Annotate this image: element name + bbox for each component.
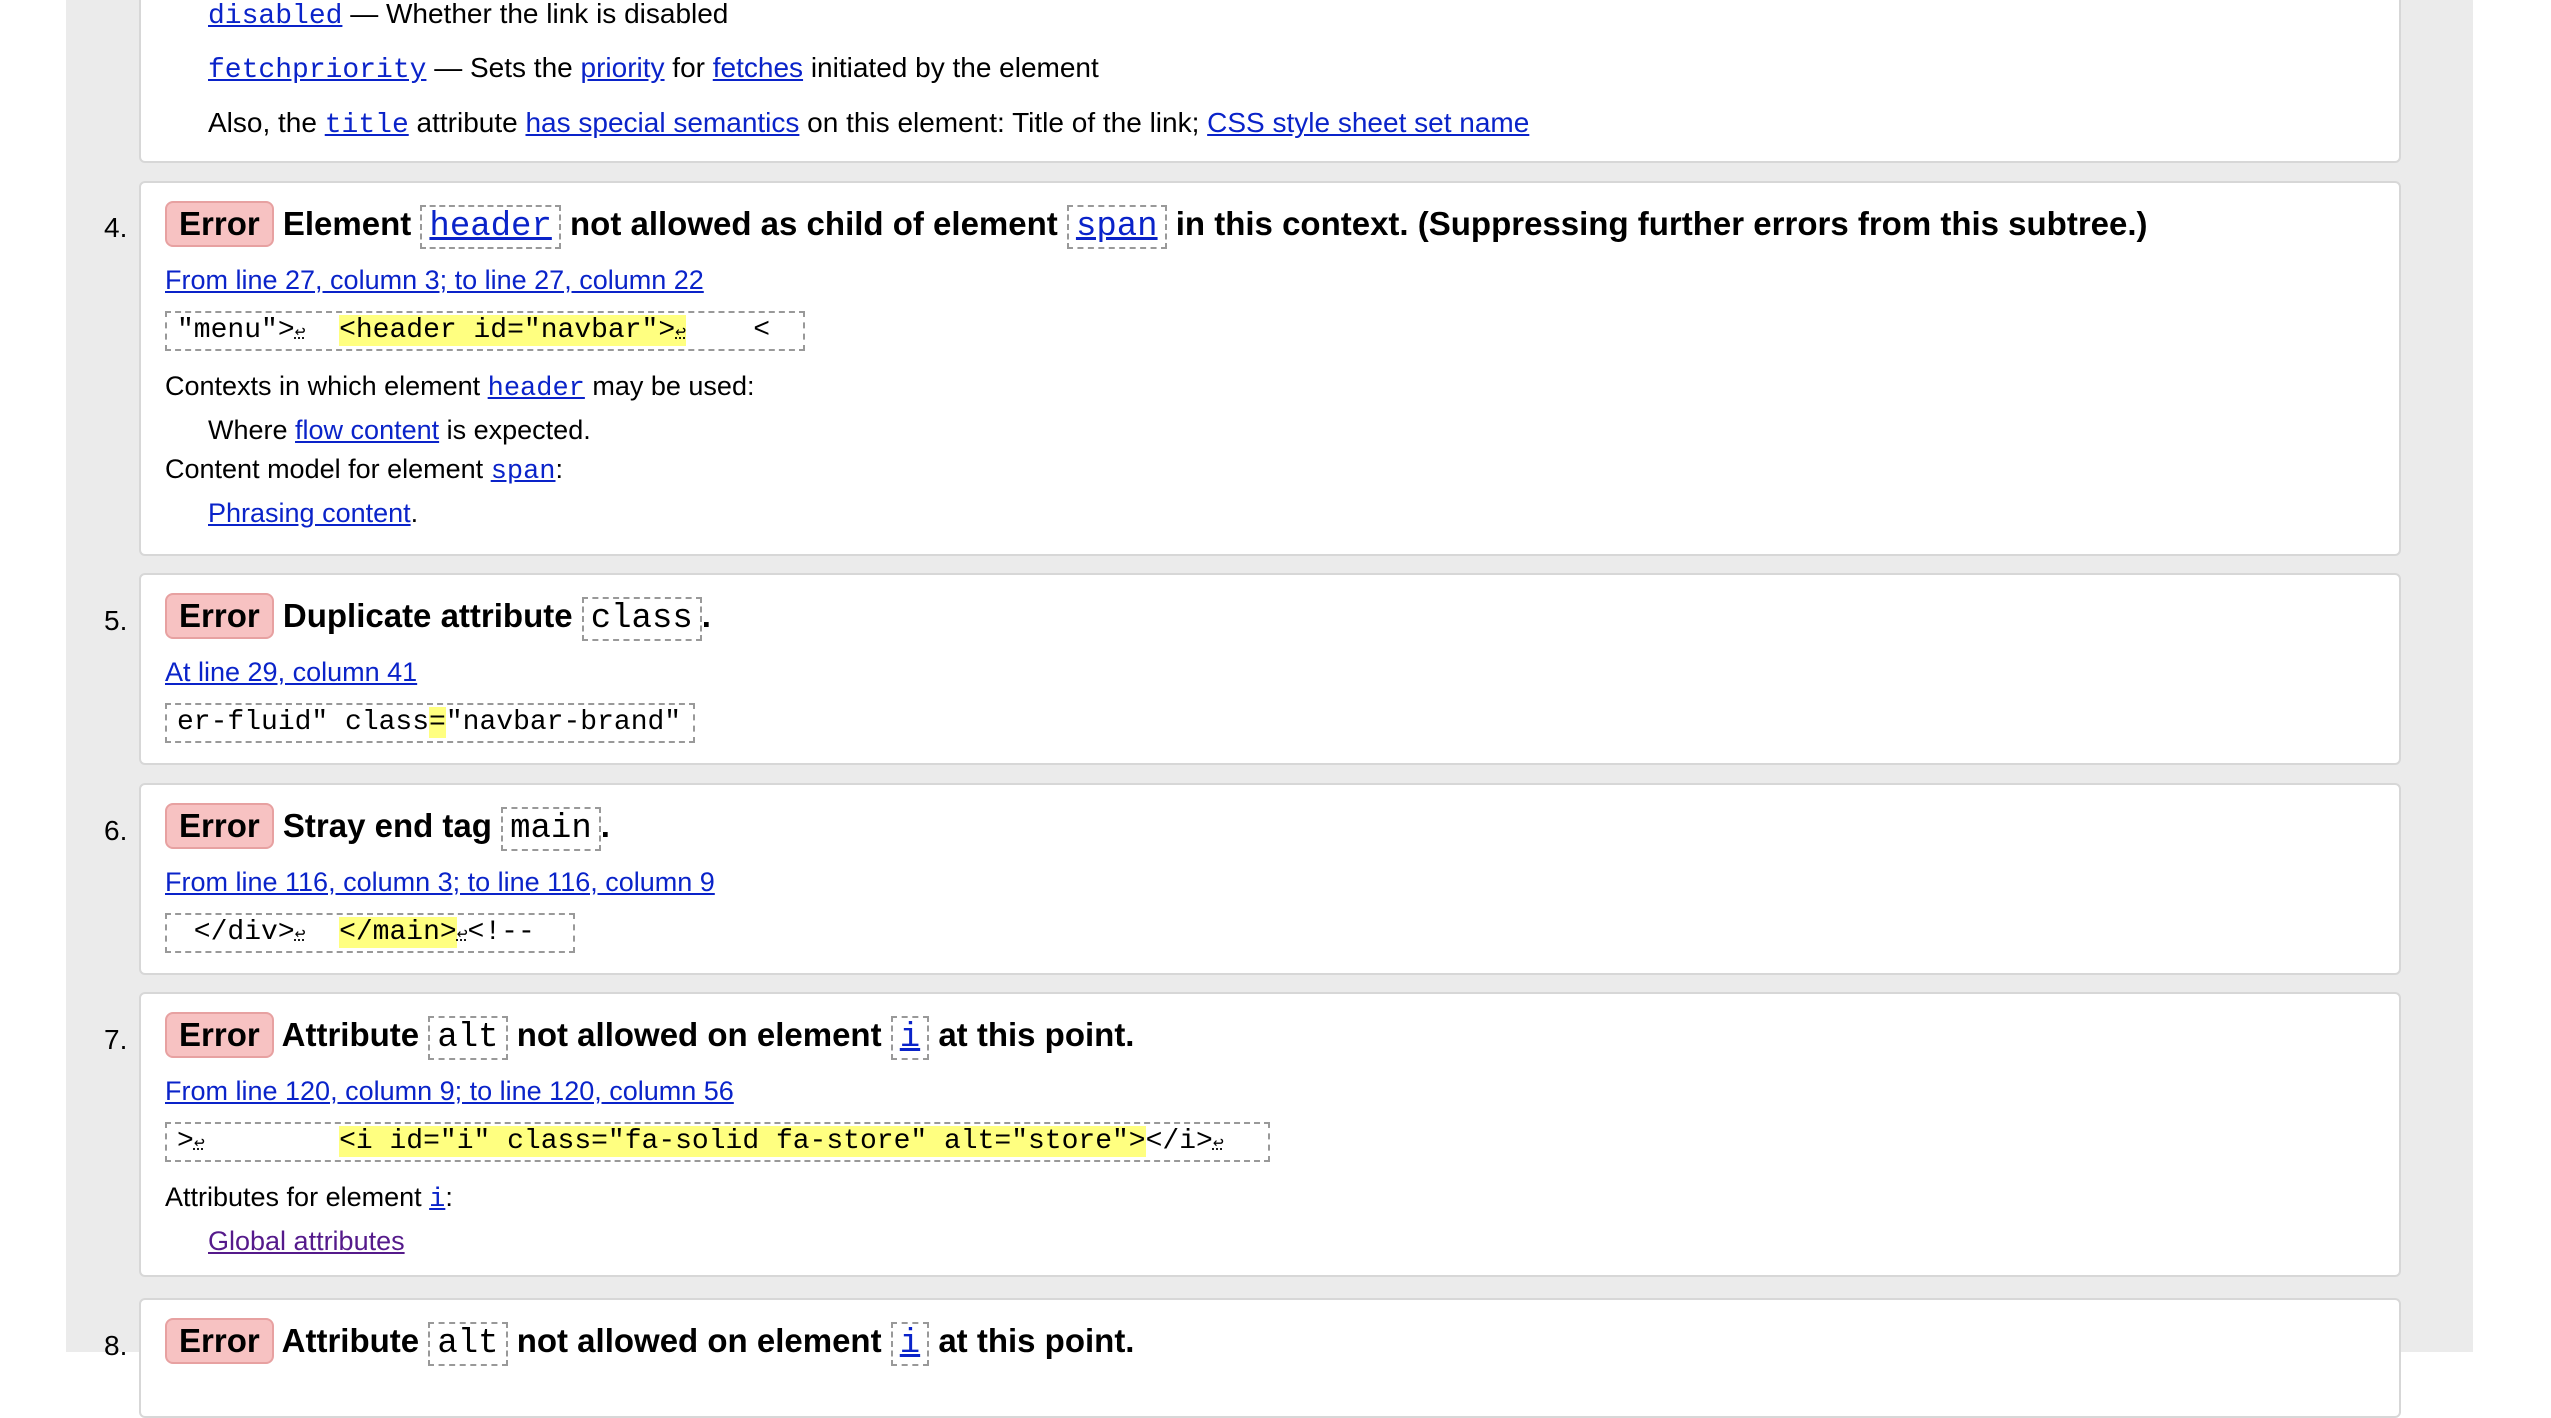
- title-text: in this context. (Suppressing further er…: [1166, 205, 2148, 242]
- source-extract: "menu">↩ <header id="navbar">↩ <: [165, 311, 805, 351]
- attr-disabled-line: disabled — Whether the link is disabled: [208, 0, 728, 32]
- title-text: not allowed on element: [507, 1322, 891, 1359]
- attr-fetchpriority-line: fetchpriority — Sets the priority for fe…: [208, 52, 1099, 86]
- title-text: .: [600, 807, 610, 844]
- error-badge: Error: [165, 201, 274, 247]
- line-feed-icon: ↩: [294, 925, 306, 945]
- message-3-partial: disabled — Whether the link is disabled …: [139, 0, 2401, 163]
- span-element-link[interactable]: span: [1066, 205, 1167, 249]
- title-text: .: [701, 597, 711, 634]
- title-text: Duplicate attribute: [282, 597, 582, 634]
- fetchpriority-attr-link[interactable]: fetchpriority: [208, 55, 426, 86]
- location-link[interactable]: At line 29, column 41: [165, 657, 417, 688]
- title-attr-link[interactable]: title: [325, 110, 409, 141]
- attributes-line: Attributes for element i:: [165, 1182, 453, 1215]
- disabled-desc: — Whether the link is disabled: [342, 0, 729, 29]
- alt-attr-code: alt: [428, 1016, 508, 1060]
- message-number: 8.: [104, 1330, 128, 1361]
- title-semantics-line: Also, the title attribute has special se…: [208, 107, 1529, 141]
- title-text: at this point.: [929, 1322, 1135, 1359]
- title-text: not allowed as child of element: [560, 205, 1067, 242]
- priority-link[interactable]: priority: [581, 52, 665, 83]
- error-badge: Error: [165, 593, 274, 639]
- extract-highlight: =: [429, 707, 446, 738]
- class-attr-code: class: [581, 597, 702, 641]
- source-extract: er-fluid" class="navbar-brand": [165, 703, 695, 743]
- source-extract: </div>↩ </main>↩<!--: [165, 913, 575, 953]
- for-text: for: [664, 52, 713, 83]
- initiated-text: initiated by the element: [803, 52, 1099, 83]
- css-style-sheet-link[interactable]: CSS style sheet set name: [1207, 107, 1529, 138]
- message-number: 5.: [104, 605, 128, 636]
- title-text: at this point.: [929, 1016, 1135, 1053]
- message-6: Error Stray end tag main. From line 116,…: [139, 783, 2401, 975]
- title-text: Attribute: [281, 1322, 429, 1359]
- message-number: 6.: [104, 815, 128, 846]
- fetchpriority-sep: — Sets the: [426, 52, 581, 83]
- error-badge: Error: [165, 1012, 274, 1058]
- title-text: Element: [282, 205, 421, 242]
- also-text: Also, the: [208, 107, 325, 138]
- i-element-link[interactable]: i: [890, 1322, 930, 1366]
- error-badge: Error: [165, 1318, 274, 1364]
- title-text: not allowed on element: [507, 1016, 891, 1053]
- extract-pre: "menu">: [177, 315, 295, 346]
- phrasing-line: Phrasing content.: [208, 498, 419, 528]
- location-link[interactable]: From line 120, column 9; to line 120, co…: [165, 1076, 734, 1107]
- message-number: 7.: [104, 1024, 128, 1055]
- extract-highlight: <header id="navbar">↩: [339, 315, 686, 346]
- flow-content-link[interactable]: flow content: [295, 415, 439, 445]
- contexts-line: Contexts in which element header may be …: [165, 371, 755, 404]
- message-title: Error Attribute alt not allowed on eleme…: [165, 1012, 1135, 1060]
- title-text: Stray end tag: [282, 807, 502, 844]
- main-tag-code: main: [501, 807, 601, 851]
- message-7: Error Attribute alt not allowed on eleme…: [139, 992, 2401, 1277]
- on-element-text: on this element: Title of the link;: [799, 107, 1208, 138]
- source-extract: >↩ <i id="i" class="fa-solid fa-store" a…: [165, 1122, 1270, 1162]
- header-element-link[interactable]: header: [420, 205, 561, 249]
- special-semantics-link[interactable]: has special semantics: [525, 107, 799, 138]
- location-link[interactable]: From line 116, column 3; to line 116, co…: [165, 867, 715, 898]
- attribute-text: attribute: [408, 107, 526, 138]
- extract-highlight: <i id="i" class="fa-solid fa-store" alt=…: [339, 1126, 1146, 1157]
- where-line: Where flow content is expected.: [208, 415, 591, 445]
- line-feed-icon: ↩: [294, 323, 306, 343]
- message-title: Error Element header not allowed as chil…: [165, 201, 2148, 249]
- error-badge: Error: [165, 803, 274, 849]
- header-context-link[interactable]: header: [488, 374, 585, 404]
- content-model-line: Content model for element span:: [165, 454, 564, 487]
- message-4: Error Element header not allowed as chil…: [139, 181, 2401, 556]
- phrasing-content-link[interactable]: Phrasing content: [208, 498, 411, 528]
- message-title: Error Stray end tag main.: [165, 803, 610, 851]
- line-feed-icon: ↩: [193, 1134, 205, 1154]
- global-attributes-link[interactable]: Global attributes: [208, 1226, 405, 1257]
- line-feed-icon: ↩: [456, 925, 468, 945]
- extract-highlight: </main>: [339, 917, 457, 948]
- title-text: Attribute: [281, 1016, 429, 1053]
- message-title: Error Duplicate attribute class.: [165, 593, 711, 641]
- message-5: Error Duplicate attribute class. At line…: [139, 573, 2401, 765]
- i-attrs-link[interactable]: i: [429, 1185, 445, 1215]
- fetches-link[interactable]: fetches: [713, 52, 803, 83]
- line-feed-icon: ↩: [1212, 1134, 1224, 1154]
- disabled-attr-link[interactable]: disabled: [208, 1, 342, 32]
- line-feed-icon: ↩: [675, 323, 686, 343]
- extract-post: <: [685, 315, 770, 346]
- message-title: Error Attribute alt not allowed on eleme…: [165, 1318, 1135, 1366]
- message-8: Error Attribute alt not allowed on eleme…: [139, 1298, 2401, 1418]
- alt-attr-code: alt: [428, 1322, 508, 1366]
- span-model-link[interactable]: span: [491, 457, 556, 487]
- location-link[interactable]: From line 27, column 3; to line 27, colu…: [165, 265, 704, 296]
- i-element-link[interactable]: i: [890, 1016, 930, 1060]
- message-number: 4.: [104, 212, 128, 243]
